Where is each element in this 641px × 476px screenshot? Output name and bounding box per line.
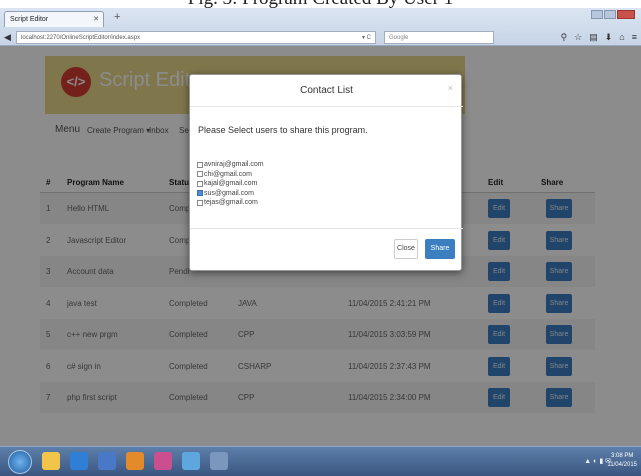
paint-icon[interactable] <box>182 452 200 470</box>
contact-item[interactable]: avniraj@gmail.com <box>197 161 264 168</box>
contact-email: tejas@gmail.com <box>204 199 258 206</box>
contact-email: sus@gmail.com <box>204 189 254 197</box>
clipboard-icon[interactable]: ▤ <box>589 32 598 43</box>
home-icon[interactable]: ⌂ <box>619 32 624 43</box>
maximize-button[interactable] <box>604 10 616 19</box>
url-bar[interactable]: localhost:2270/OnlineScriptEditor/index.… <box>16 30 376 44</box>
close-button[interactable]: Close <box>394 239 418 259</box>
file-explorer-icon[interactable] <box>42 452 60 470</box>
star-icon[interactable]: ☆ <box>574 32 582 43</box>
contact-checkbox[interactable] <box>197 199 203 206</box>
visual-studio-icon[interactable] <box>154 452 172 470</box>
share-button[interactable]: Share <box>425 239 455 259</box>
search-icon[interactable]: ⚲ <box>561 32 568 43</box>
modal-title: Contact List <box>300 85 353 96</box>
back-icon[interactable]: ◀ <box>4 32 16 43</box>
firefox-icon[interactable] <box>126 452 144 470</box>
contact-checkbox[interactable] <box>197 180 203 187</box>
tab-close-icon[interactable]: ✕ <box>93 15 99 23</box>
browser-tab[interactable]: Script Editor ✕ <box>4 11 104 27</box>
clock-date: 11/04/2015 <box>607 462 637 468</box>
ie-icon[interactable] <box>70 452 88 470</box>
tab-title: Script Editor <box>10 16 49 23</box>
browser-chrome: Script Editor ✕ + ◀ localhost:2270/Onlin… <box>0 8 641 46</box>
toolbar-icons: ⚲ ☆ ▤ ⬇ ⌂ ≡ <box>554 32 637 43</box>
url-text: localhost:2270/OnlineScriptEditor/index.… <box>21 34 141 41</box>
minimize-button[interactable] <box>591 10 603 19</box>
clock-time: 3:08 PM <box>611 453 634 459</box>
contact-item[interactable]: chi@gmail.com <box>197 171 252 178</box>
word-icon[interactable] <box>98 452 116 470</box>
modal-close-icon[interactable]: × <box>448 83 453 93</box>
figure-caption-strip: Fig. 3: Program Created By User 1 <box>0 0 641 8</box>
contact-checkbox[interactable] <box>197 190 203 196</box>
contact-list-modal: Contact List × Please Select users to sh… <box>189 74 463 271</box>
search-input[interactable]: Google <box>384 30 494 44</box>
contact-checkbox[interactable] <box>197 161 203 168</box>
windows-taskbar: ▲ ◐ ▮ ✉ 3:08 PM 11/04/2015 <box>0 446 641 476</box>
contact-checkbox[interactable] <box>197 171 203 177</box>
contact-email: kajal@gmail.com <box>204 180 258 187</box>
modal-footer-divider <box>190 228 463 229</box>
contact-item[interactable]: kajal@gmail.com <box>197 180 257 187</box>
modal-divider <box>190 106 463 107</box>
modal-message: Please Select users to share this progra… <box>198 125 368 135</box>
menu-icon[interactable]: ≡ <box>632 32 637 43</box>
window-close-button[interactable] <box>617 10 635 19</box>
contact-email: chi@gmail.com <box>204 170 252 178</box>
app-icon[interactable] <box>210 452 228 470</box>
figure-caption: Fig. 3: Program Created By User 1 <box>0 0 641 8</box>
taskbar-clock[interactable]: 3:08 PM 11/04/2015 <box>607 452 637 470</box>
contact-item[interactable]: sus@gmail.com <box>197 190 254 197</box>
search-placeholder: Google <box>389 34 409 41</box>
reload-icon[interactable]: ▾ C <box>362 34 371 41</box>
address-row: ◀ localhost:2270/OnlineScriptEditor/inde… <box>4 29 637 45</box>
download-icon[interactable]: ⬇ <box>605 32 613 43</box>
window-controls <box>590 10 635 19</box>
start-button[interactable] <box>8 450 32 474</box>
new-tab-icon[interactable]: + <box>114 11 120 23</box>
contact-email: avniraj@gmail.com <box>204 161 264 168</box>
contact-item[interactable]: tejas@gmail.com <box>197 199 258 206</box>
